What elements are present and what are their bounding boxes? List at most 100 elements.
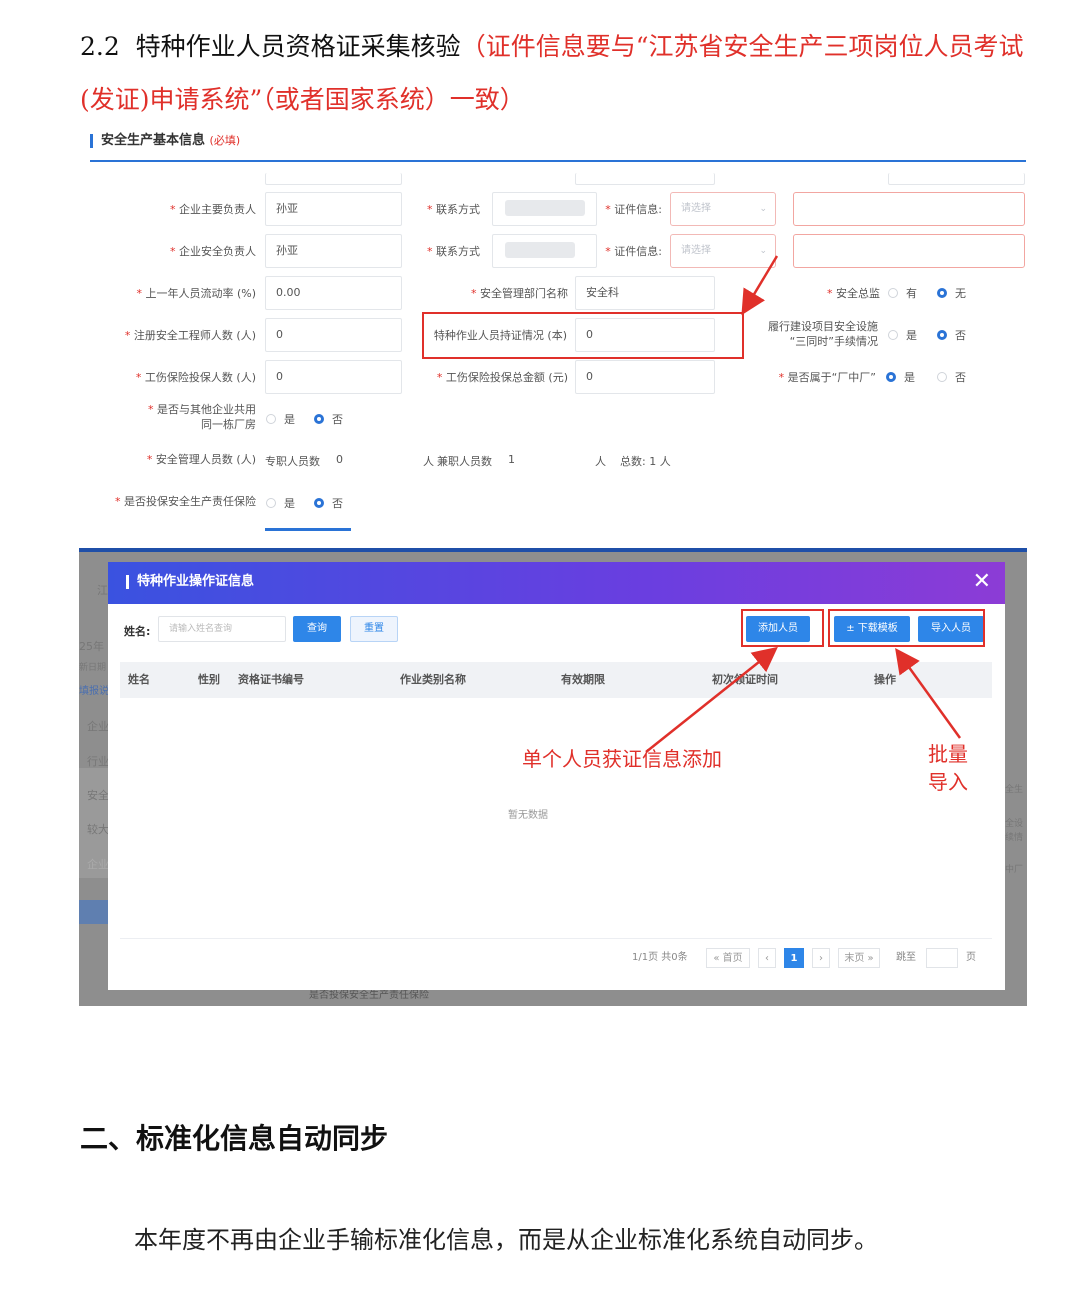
main-person-input[interactable]: 孙亚	[265, 192, 402, 226]
parttime-value[interactable]: 1	[508, 453, 515, 466]
pager-next[interactable]: ›	[812, 948, 830, 968]
col-validity: 有效期限	[561, 673, 605, 686]
radio-checked-icon	[937, 330, 947, 340]
annotation-single-add: 单个人员获证信息添加	[522, 747, 722, 771]
engineer-input[interactable]: 0	[265, 318, 402, 352]
liability-insurance-label: * 是否投保安全生产责任保险	[115, 495, 256, 508]
engineer-label: * 注册安全工程师人数 (人)	[124, 329, 256, 342]
turnover-input[interactable]: 0.00	[265, 276, 402, 310]
fulltime-label: 专职人员数	[265, 455, 320, 468]
radio-checked-icon	[314, 498, 324, 508]
bg-text: 全设	[1005, 819, 1024, 829]
bg-text: 江	[97, 584, 108, 597]
close-icon[interactable]: ✕	[973, 570, 991, 594]
section-heading-2: 二、标准化信息自动同步	[80, 1122, 389, 1155]
table-header: 姓名 性别 资格证书编号 作业类别名称 有效期限 初次领证时间 操作	[120, 662, 992, 698]
pager-last[interactable]: 末页 »	[838, 948, 880, 968]
radio-icon	[937, 372, 947, 382]
bg-text: 新日期	[79, 663, 107, 673]
highlight-box-batch	[828, 609, 985, 647]
injury-count-input[interactable]: 0	[265, 360, 402, 394]
three-sim-radio-yes[interactable]: 是	[888, 329, 917, 343]
radio-icon	[888, 330, 898, 340]
unit-person-1: 人	[423, 455, 434, 468]
shared-radio-yes[interactable]: 是	[266, 413, 295, 427]
name-search-input[interactable]: 请输入姓名查询	[158, 616, 286, 642]
name-filter-label: 姓名:	[124, 625, 151, 638]
pager-jump-input[interactable]	[926, 948, 958, 968]
dialog-header: 特种作业操作证信息 ✕	[108, 562, 1005, 604]
safety-person-input[interactable]: 孙亚	[265, 234, 402, 268]
col-actions: 操作	[874, 673, 896, 686]
cert-info-label-1: * 证件信息:	[605, 203, 662, 216]
bg-text: 续情	[1005, 833, 1024, 843]
radio-icon	[888, 288, 898, 298]
radio-checked-icon	[886, 372, 896, 382]
parttime-label: 兼职人员数	[437, 455, 492, 468]
cert-type-select-2[interactable]: 请选择 ⌄	[670, 234, 776, 268]
safety-info-form: 安全生产基本信息 (必填) * 企业主要负责人 孙亚 * 联系方式 * 证件信息…	[80, 125, 1030, 535]
main-person-label: * 企业主要负责人	[170, 203, 256, 216]
liability-radio-yes[interactable]: 是	[266, 497, 295, 511]
dialog-title: 特种作业操作证信息	[126, 575, 254, 589]
injury-count-label: * 工伤保险投保人数 (人)	[135, 371, 256, 384]
empty-state: 暂无数据	[508, 810, 548, 821]
col-gender: 性别	[198, 673, 220, 686]
bg-text: 全生	[1005, 785, 1024, 795]
shared-building-label: * 是否与其他企业共用 同一栋厂房	[148, 403, 256, 431]
director-radio-yes[interactable]: 有	[888, 287, 917, 301]
section-2-paragraph: 本年度不再由企业手输标准化信息，而是从企业标准化系统自动同步。	[134, 1226, 878, 1254]
pager-first[interactable]: « 首页	[706, 948, 750, 968]
blurred-phone	[505, 200, 585, 216]
cert-number-input-2[interactable]	[793, 234, 1025, 268]
scroll-indicator	[265, 528, 351, 531]
cert-number-input-1[interactable]	[793, 192, 1025, 226]
contact-label-2: * 联系方式	[427, 245, 480, 258]
pager-prev[interactable]: ‹	[758, 948, 776, 968]
partial-field	[575, 173, 715, 185]
highlight-box-add	[741, 609, 824, 647]
form-section-title-text: 安全生产基本信息	[101, 133, 206, 148]
factory-radio-no[interactable]: 否	[937, 371, 966, 385]
pager-current[interactable]: 1	[784, 948, 804, 968]
pager-jump-label: 跳至	[896, 952, 916, 963]
partial-field	[265, 173, 402, 185]
radio-checked-icon	[314, 414, 324, 424]
query-button[interactable]: 查询	[293, 616, 341, 642]
turnover-label: * 上一年人员流动率 (%)	[136, 287, 256, 300]
special-ops-cert-dialog: 特种作业操作证信息 ✕ 姓名: 请输入姓名查询 查询 重置 添加人员 ± 下载模…	[108, 562, 1005, 990]
radio-icon	[266, 414, 276, 424]
director-label: * 安全总监	[827, 287, 880, 300]
sidebar-active	[79, 900, 108, 924]
contact-label-1: * 联系方式	[427, 203, 480, 216]
col-job-category: 作业类别名称	[400, 673, 466, 686]
pager-summary: 1/1页 共0条	[632, 952, 688, 963]
bg-text: 中厂	[1005, 865, 1024, 875]
injury-amount-input[interactable]: 0	[575, 360, 715, 394]
bg-text: 行业	[87, 755, 109, 768]
factory-in-factory-label: * 是否属于“厂中厂”	[778, 371, 876, 384]
blurred-phone	[505, 242, 575, 258]
chevron-down-icon: ⌄	[759, 246, 767, 256]
col-cert-no: 资格证书编号	[238, 673, 304, 686]
dept-input[interactable]: 安全科	[575, 276, 715, 310]
factory-radio-yes[interactable]: 是	[886, 371, 915, 385]
director-radio-no[interactable]: 无	[937, 287, 966, 301]
cert-type-select-1[interactable]: 请选择 ⌄	[670, 192, 776, 226]
heading-title: 特种作业人员资格证采集核验	[135, 32, 461, 61]
chevron-down-icon: ⌄	[759, 204, 767, 214]
table-divider	[120, 938, 992, 939]
section-heading-2-2: 2.2 特种作业人员资格证采集核验（证件信息要与“江苏省安全生产三项岗位人员考试…	[80, 20, 1040, 126]
highlight-box-special-cert	[422, 312, 744, 359]
fulltime-value[interactable]: 0	[336, 453, 343, 466]
liability-radio-no[interactable]: 否	[314, 497, 343, 511]
three-simultaneous-label: 履行建设项目安全设施 “三同时”手续情况	[768, 320, 878, 348]
safety-person-label: * 企业安全负责人	[170, 245, 256, 258]
pager-unit: 页	[966, 952, 976, 963]
reset-button[interactable]: 重置	[350, 616, 398, 642]
col-name: 姓名	[128, 673, 150, 686]
shared-radio-no[interactable]: 否	[314, 413, 343, 427]
heading-number: 2.2	[80, 32, 120, 61]
three-sim-radio-no[interactable]: 否	[937, 329, 966, 343]
col-first-issue-date: 初次领证时间	[712, 673, 778, 686]
